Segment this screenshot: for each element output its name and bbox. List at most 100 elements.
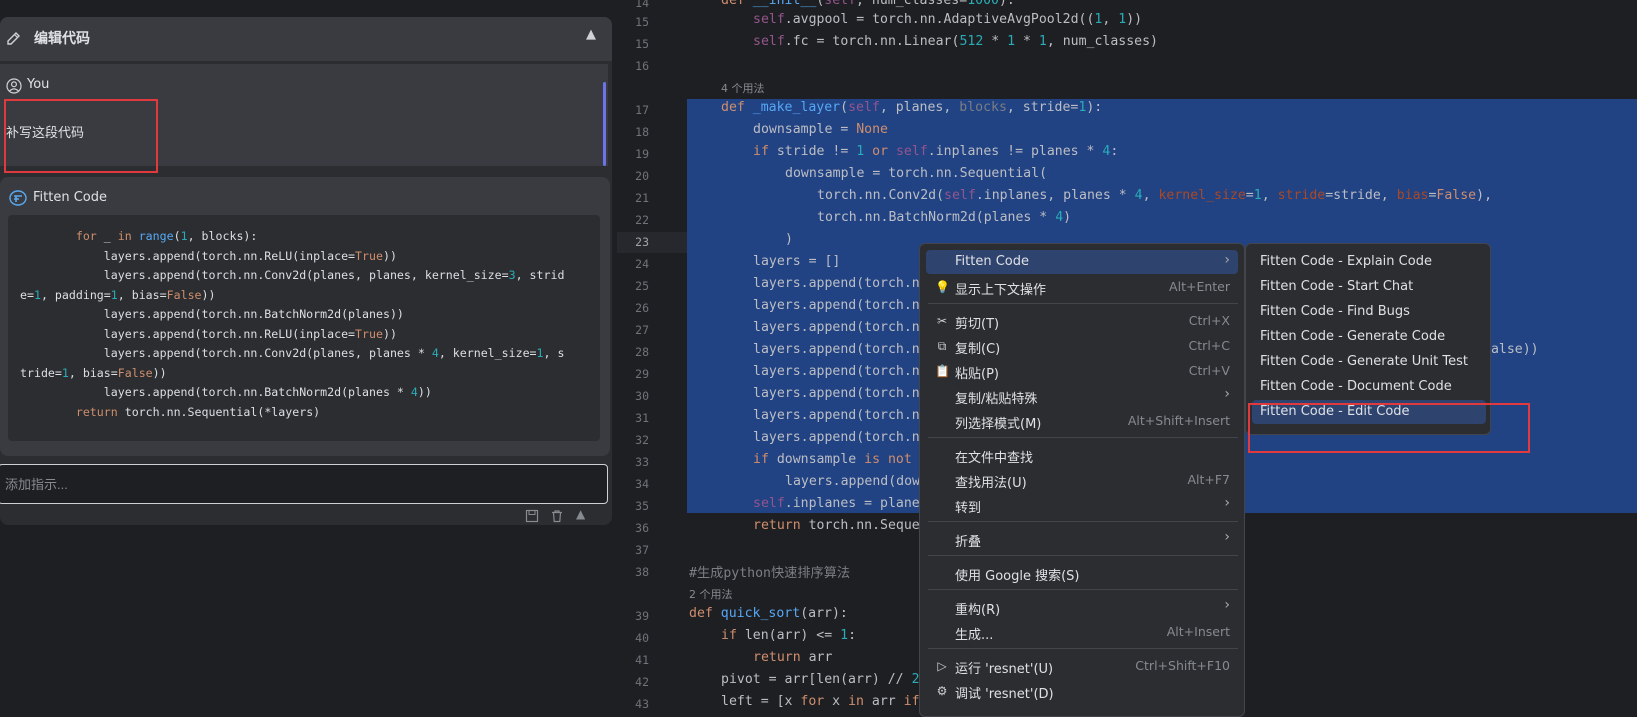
usage-hint[interactable]: 2 个用法 xyxy=(689,586,733,602)
menu-item[interactable]: 使用 Google 搜索(S) xyxy=(926,561,1238,585)
line-number: 31 xyxy=(635,411,649,425)
submenu-item[interactable]: Fitten Code - Find Bugs xyxy=(1252,300,1486,324)
chevron-right-icon: › xyxy=(1224,386,1230,402)
code-line: downsample = torch.nn.Sequential( xyxy=(785,166,1048,181)
assistant-message: Fitten Code for _ in range(1, blocks): l… xyxy=(0,177,610,456)
menu-item[interactable]: 折叠 › xyxy=(926,527,1238,551)
chat-title: 编辑代码 xyxy=(34,31,90,47)
menu-item[interactable]: Fitten Code › xyxy=(926,250,1238,274)
menu-item[interactable]: ✂ 剪切(T) Ctrl+X xyxy=(926,309,1238,333)
code-line: layers = [] xyxy=(753,254,841,269)
user-avatar-icon xyxy=(6,78,22,94)
menu-item[interactable]: 转到 › xyxy=(926,493,1238,517)
menu-item-shortcut: Alt+F7 xyxy=(1187,472,1230,487)
menu-item-label: 生成... xyxy=(955,628,994,643)
code-line: self.inplanes = plane xyxy=(753,496,920,511)
menu-item-label: 重构(R) xyxy=(955,603,1001,618)
code-overflow: False)) xyxy=(1483,342,1539,357)
submenu-item-label: Fitten Code - Start Chat xyxy=(1260,279,1414,294)
line-number: 36 xyxy=(635,521,649,535)
menu-item-label: 列选择模式(M) xyxy=(955,417,1042,432)
menu-separator xyxy=(928,521,1238,522)
collapse-icon[interactable]: ▲ xyxy=(576,507,585,521)
submenu-item-label: Fitten Code - Generate Code xyxy=(1260,329,1446,344)
line-number: 43 xyxy=(635,697,649,711)
menu-separator xyxy=(928,648,1238,649)
menu-item[interactable]: ▷ 运行 'resnet'(U) Ctrl+Shift+F10 xyxy=(926,654,1238,678)
code-line: if len(arr) <= 1: xyxy=(721,628,857,643)
menu-item[interactable]: 查找用法(U) Alt+F7 xyxy=(926,468,1238,492)
menu-item[interactable]: 在文件中查找 xyxy=(926,443,1238,467)
menu-item-label: 使用 Google 搜索(S) xyxy=(955,569,1080,584)
chat-toolbar: ▲ xyxy=(0,507,612,525)
code-line: self.fc = torch.nn.Linear(512 * 1 * 1, n… xyxy=(753,34,1158,49)
code-line: if stride != 1 or self.inplanes != plane… xyxy=(753,144,1119,159)
menu-item[interactable]: 列选择模式(M) Alt+Shift+Insert xyxy=(926,409,1238,433)
menu-item-icon: ⧉ xyxy=(937,339,947,353)
menu-item-shortcut: Ctrl+Shift+F10 xyxy=(1135,658,1230,673)
menu-item-label: 粘贴(P) xyxy=(955,367,999,382)
code-line: layers.append(torch.n xyxy=(753,408,920,423)
instruction-input[interactable] xyxy=(0,464,608,504)
menu-separator xyxy=(928,303,1238,304)
menu-item-icon: 💡 xyxy=(935,280,950,294)
line-number: 19 xyxy=(635,147,649,161)
code-line: layers.append(torch.n xyxy=(753,342,920,357)
code-line: def __init__(self, num_classes=1000): xyxy=(721,0,1015,8)
line-number: 37 xyxy=(635,543,649,557)
menu-separator xyxy=(928,437,1238,438)
menu-item-label: 折叠 xyxy=(955,535,982,550)
line-number: 21 xyxy=(635,191,649,205)
menu-item-icon: 📋 xyxy=(935,364,950,378)
annotation-box-edit-code xyxy=(1248,403,1530,453)
submenu-item-label: Fitten Code - Find Bugs xyxy=(1260,304,1410,319)
menu-item-label: 显示上下文操作 xyxy=(955,283,1047,298)
menu-item[interactable]: ⧉ 复制(C) Ctrl+C xyxy=(926,334,1238,358)
menu-item[interactable]: ⚙ 调试 'resnet'(D) xyxy=(926,679,1238,703)
chevron-right-icon: › xyxy=(1224,495,1230,511)
submenu-item[interactable]: Fitten Code - Start Chat xyxy=(1252,275,1486,299)
code-line: left = [x for x in arr if xyxy=(721,694,920,709)
menu-item-icon: ✂ xyxy=(936,314,948,328)
line-number: 27 xyxy=(635,323,649,337)
submenu-item-label: Fitten Code - Generate Unit Test xyxy=(1260,354,1468,369)
code-line: return torch.nn.Seque xyxy=(753,518,920,533)
chevron-right-icon: › xyxy=(1224,252,1230,268)
menu-item-label: 查找用法(U) xyxy=(955,476,1027,491)
scrollbar[interactable] xyxy=(603,82,606,166)
line-number: 30 xyxy=(635,389,649,403)
code-line: return arr xyxy=(753,650,833,665)
menu-item[interactable]: 💡 显示上下文操作 Alt+Enter xyxy=(926,275,1238,299)
menu-item-shortcut: Ctrl+V xyxy=(1188,363,1230,378)
menu-separator xyxy=(928,555,1238,556)
menu-item[interactable]: 📋 粘贴(P) Ctrl+V xyxy=(926,359,1238,383)
save-icon[interactable] xyxy=(525,509,539,523)
line-number: 22 xyxy=(635,213,649,227)
line-number: 24 xyxy=(635,257,649,271)
line-number: 26 xyxy=(635,301,649,315)
collapse-up-button[interactable]: ▲ xyxy=(586,27,596,42)
usage-hint[interactable]: 4 个用法 xyxy=(721,80,765,96)
line-number: 35 xyxy=(635,499,649,513)
line-number: 40 xyxy=(635,631,649,645)
menu-item-shortcut: Alt+Insert xyxy=(1166,624,1230,639)
menu-item-shortcut: Ctrl+C xyxy=(1188,338,1230,353)
line-number: 42 xyxy=(635,675,649,689)
submenu-item[interactable]: Fitten Code - Generate Code xyxy=(1252,325,1486,349)
submenu-item[interactable]: Fitten Code - Document Code xyxy=(1252,375,1486,399)
code-line: def quick_sort(arr): xyxy=(689,606,848,621)
code-line: ) xyxy=(785,232,793,247)
menu-item-icon: ▷ xyxy=(937,659,947,673)
code-block: for _ in range(1, blocks): layers.append… xyxy=(8,215,600,441)
submenu-item[interactable]: Fitten Code - Generate Unit Test xyxy=(1252,350,1486,374)
menu-item[interactable]: 生成... Alt+Insert xyxy=(926,620,1238,644)
menu-item[interactable]: 重构(R) › xyxy=(926,595,1238,619)
submenu-item[interactable]: Fitten Code - Explain Code xyxy=(1252,250,1486,274)
menu-item-icon: ⚙ xyxy=(936,684,948,698)
line-number: 33 xyxy=(635,455,649,469)
line-number: 15 xyxy=(635,15,649,29)
menu-item[interactable]: 复制/粘贴特殊 › xyxy=(926,384,1238,408)
trash-icon[interactable] xyxy=(550,509,564,523)
code-line: layers.append(torch.n xyxy=(753,364,920,379)
user-name: You xyxy=(27,77,50,92)
